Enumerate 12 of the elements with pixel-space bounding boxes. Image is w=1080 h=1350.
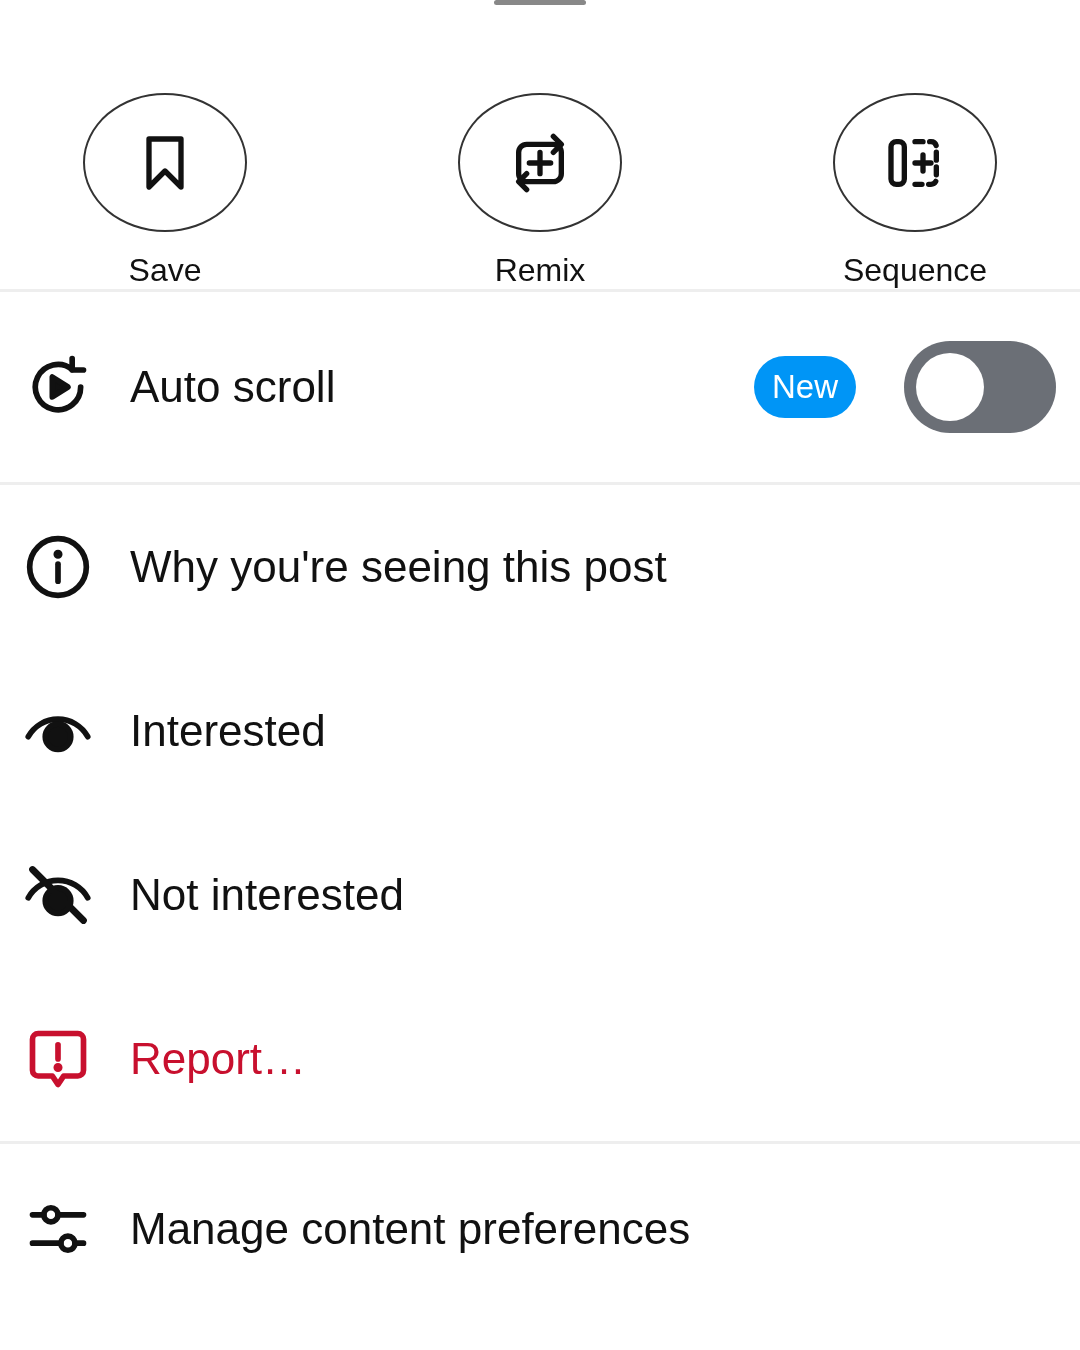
action-label: Save	[128, 252, 202, 289]
menu-item[interactable]: Auto scroll	[130, 362, 336, 412]
action-label: Remix	[494, 252, 586, 289]
drag-handle[interactable]	[494, 0, 586, 5]
menu-item[interactable]: Why you're seeing this post	[130, 542, 667, 592]
new-badge: New	[753, 356, 856, 418]
menu-item[interactable]: Not interested	[130, 870, 404, 920]
menu-item[interactable]: Report…	[130, 1034, 307, 1084]
menu-item[interactable]: Manage content preferences	[130, 1204, 691, 1254]
menu-item[interactable]: Interested	[130, 706, 326, 756]
info-icon	[24, 533, 92, 601]
action-label: Sequence	[842, 252, 988, 289]
